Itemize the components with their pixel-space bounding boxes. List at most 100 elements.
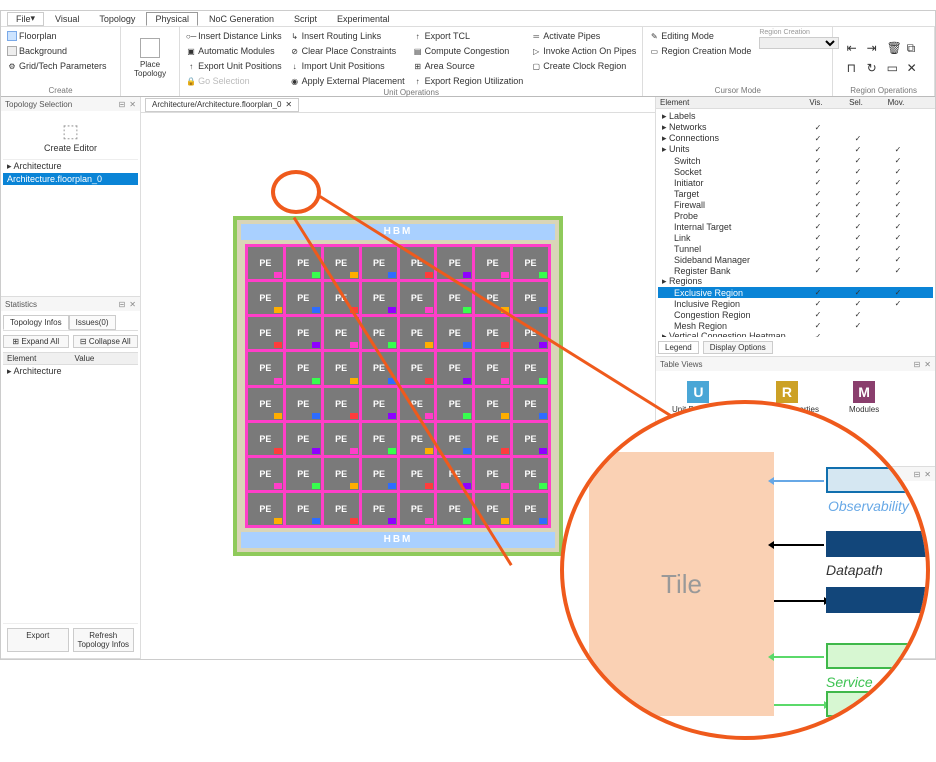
activate-pipes-button[interactable]: ═Activate Pipes <box>529 29 638 43</box>
pe-cell[interactable]: PE <box>362 247 397 279</box>
redo-icon[interactable]: ↷ <box>674 487 682 498</box>
pe-cell[interactable]: PE <box>475 352 510 384</box>
pe-cell[interactable]: PE <box>513 388 548 420</box>
pe-cell[interactable]: PE <box>362 352 397 384</box>
pe-cell[interactable]: PE <box>362 458 397 490</box>
clear-place-constraints-button[interactable]: ⊘Clear Place Constraints <box>288 44 407 58</box>
create-clock-region-button[interactable]: ▢Create Clock Region <box>529 59 638 73</box>
pe-cell[interactable]: PE <box>475 423 510 455</box>
tab-noc-generation[interactable]: NoC Generation <box>200 12 283 26</box>
place-topology-button[interactable]: Place Topology <box>125 29 175 86</box>
insert-distance-links-button[interactable]: ○─Insert Distance Links <box>184 29 284 43</box>
panel-pin-icon[interactable]: ⊟ <box>914 470 921 479</box>
pe-cell[interactable]: PE <box>400 493 435 525</box>
pe-cell[interactable]: PE <box>324 352 359 384</box>
floorplan-canvas[interactable]: HBM HBM PEPEPEPEPEPEPEPEPEPEPEPEPEPEPEPE… <box>141 113 655 659</box>
background-button[interactable]: Background <box>5 44 109 58</box>
pe-cell[interactable]: PE <box>513 317 548 349</box>
element-row[interactable]: Internal Target✓✓✓ <box>658 221 933 232</box>
pe-cell[interactable]: PE <box>248 352 283 384</box>
element-row[interactable]: ▸ Regions <box>658 276 933 287</box>
legend-tab[interactable]: Legend <box>658 341 699 354</box>
tab-topology[interactable]: Topology <box>90 12 144 26</box>
element-row[interactable]: Sideband Manager✓✓✓ <box>658 254 933 265</box>
align-right-icon[interactable]: ⇥ <box>867 41 881 55</box>
doc-tab-close-icon[interactable]: ✕ <box>285 100 292 109</box>
element-row[interactable]: Mesh Region✓✓ <box>658 320 933 331</box>
pe-cell[interactable]: PE <box>324 317 359 349</box>
element-row[interactable]: ▸ Labels <box>658 111 933 122</box>
region-properties-button[interactable]: RRegion Properties <box>755 381 819 414</box>
pe-cell[interactable]: PE <box>248 247 283 279</box>
element-row[interactable]: Target✓✓✓ <box>658 188 933 199</box>
pe-cell[interactable]: PE <box>286 388 321 420</box>
pe-cell[interactable]: PE <box>362 388 397 420</box>
menu-file[interactable]: File ▾ <box>7 12 44 26</box>
apply-external-placement-button[interactable]: ◉Apply External Placement <box>288 74 407 88</box>
pe-cell[interactable]: PE <box>248 493 283 525</box>
pe-cell[interactable]: PE <box>286 352 321 384</box>
tab-physical[interactable]: Physical <box>146 12 198 26</box>
element-row[interactable]: Probe✓✓✓ <box>658 210 933 221</box>
pe-cell[interactable]: PE <box>513 282 548 314</box>
export-tcl-button[interactable]: ↑Export TCL <box>411 29 526 43</box>
element-row[interactable]: ▸ Vertical Congestion Heatmap✓ <box>658 331 933 337</box>
tree-row-floorplan[interactable]: Architecture.floorplan_0 <box>3 173 138 185</box>
pe-cell[interactable]: PE <box>248 317 283 349</box>
element-row[interactable]: Firewall✓✓✓ <box>658 199 933 210</box>
pe-cell[interactable]: PE <box>362 282 397 314</box>
element-row[interactable]: Initiator✓✓✓ <box>658 177 933 188</box>
pe-cell[interactable]: PE <box>437 247 472 279</box>
pe-cell[interactable]: PE <box>437 317 472 349</box>
duplicate-icon[interactable]: ⧉ <box>907 41 921 55</box>
pe-cell[interactable]: PE <box>513 423 548 455</box>
floorplan-button[interactable]: Floorplan <box>5 29 109 43</box>
pe-cell[interactable]: PE <box>400 388 435 420</box>
region-tool-3-icon[interactable]: ▭ <box>887 61 901 75</box>
insert-routing-links-button[interactable]: ↳Insert Routing Links <box>288 29 407 43</box>
element-row[interactable]: Register Bank✓✓✓ <box>658 265 933 276</box>
element-row[interactable]: Congestion Region✓✓ <box>658 309 933 320</box>
editing-mode-button[interactable]: ✎Editing Mode <box>647 29 753 43</box>
pe-cell[interactable]: PE <box>286 493 321 525</box>
pe-cell[interactable]: PE <box>400 317 435 349</box>
region-creation-mode-button[interactable]: ▭Region Creation Mode <box>647 44 753 58</box>
element-row[interactable]: Link✓✓✓ <box>658 232 933 243</box>
panel-close-icon[interactable]: ✕ <box>129 100 136 109</box>
pe-cell[interactable]: PE <box>400 352 435 384</box>
unit-properties-button[interactable]: UUnit Properties <box>672 381 725 414</box>
pe-cell[interactable]: PE <box>400 423 435 455</box>
undo-row-0[interactable]: Get topology stat… <box>687 487 764 497</box>
pe-cell[interactable]: PE <box>286 423 321 455</box>
pe-cell[interactable]: PE <box>286 247 321 279</box>
invoke-action-on-pipes-button[interactable]: ▷Invoke Action On Pipes <box>529 44 638 58</box>
region-tool-1-icon[interactable]: ⊓ <box>847 61 861 75</box>
pe-cell[interactable]: PE <box>248 458 283 490</box>
panel-close-icon[interactable]: ✕ <box>924 360 931 369</box>
area-source-button[interactable]: ⊞Area Source <box>411 59 526 73</box>
undo-dropdown-icon[interactable]: ▾ <box>768 487 773 498</box>
pe-cell[interactable]: PE <box>362 423 397 455</box>
tab-experimental[interactable]: Experimental <box>328 12 399 26</box>
element-row[interactable]: ▸ Units✓✓✓ <box>658 144 933 155</box>
pe-cell[interactable]: PE <box>513 493 548 525</box>
undo-icon[interactable]: ↶ <box>660 501 668 512</box>
element-row[interactable]: Tunnel✓✓✓ <box>658 243 933 254</box>
pe-cell[interactable]: PE <box>475 493 510 525</box>
stats-export-button[interactable]: Export <box>7 628 69 652</box>
pe-cell[interactable]: PE <box>437 388 472 420</box>
pe-cell[interactable]: PE <box>437 458 472 490</box>
pe-cell[interactable]: PE <box>400 247 435 279</box>
automatic-modules-button[interactable]: ▣Automatic Modules <box>184 44 284 58</box>
pe-cell[interactable]: PE <box>475 247 510 279</box>
pe-cell[interactable]: PE <box>324 247 359 279</box>
pe-cell[interactable]: PE <box>248 282 283 314</box>
grid-tech-params-button[interactable]: ⚙Grid/Tech Parameters <box>5 59 109 73</box>
pe-cell[interactable]: PE <box>286 458 321 490</box>
pe-cell[interactable]: PE <box>324 458 359 490</box>
export-unit-positions-button[interactable]: ↑Export Unit Positions <box>184 59 284 73</box>
document-tab[interactable]: Architecture/Architecture.floorplan_0 ✕ <box>145 98 299 112</box>
redo-icon[interactable]: ↷ <box>674 501 682 512</box>
element-row[interactable]: Switch✓✓✓ <box>658 155 933 166</box>
panel-close-icon[interactable]: ✕ <box>129 300 136 309</box>
